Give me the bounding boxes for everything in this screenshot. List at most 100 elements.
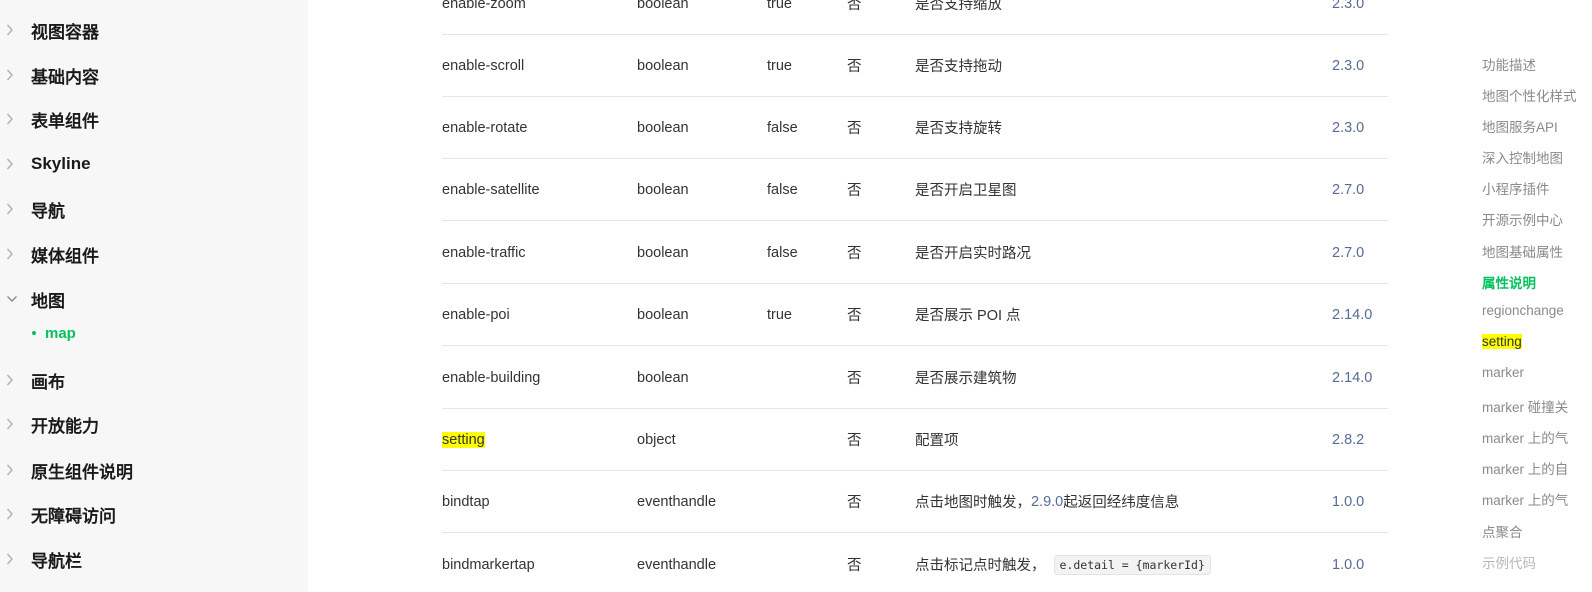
sidebar-item-navigation[interactable]: 导航 — [0, 194, 308, 224]
sidebar-item-view-container[interactable]: 视图容器 — [0, 15, 308, 45]
table-of-contents: 功能描述 地图个性化样式 地图服务API 深入控制地图 小程序插件 开源示例中心… — [1482, 0, 1592, 592]
prop-default: false — [767, 244, 798, 261]
prop-type: boolean — [637, 0, 689, 12]
toc-item-active[interactable]: 属性说明 — [1482, 272, 1536, 292]
table-row: enable-building boolean 否 是否展示建筑物 2.14.0 — [442, 347, 1388, 409]
prop-default: true — [767, 57, 792, 74]
sidebar-item-native-components[interactable]: 原生组件说明 — [0, 455, 308, 485]
prop-version: 2.7.0 — [1332, 244, 1365, 261]
toc-item[interactable]: regionchange — [1482, 303, 1564, 318]
prop-type: object — [637, 431, 676, 448]
table-row: bindtap eventhandle 否 点击地图时触发， 2.9.0 起返回经纬… — [442, 471, 1388, 533]
sidebar-item-open-capabilities[interactable]: 开放能力 — [0, 409, 308, 439]
sidebar-item-form-components[interactable]: 表单组件 — [0, 104, 308, 134]
search-highlight: setting — [1482, 334, 1522, 349]
toc-item[interactable]: 地图个性化样式 — [1482, 85, 1577, 105]
sidebar: 视图容器 基础内容 表单组件 Skyline 导航 媒体组件 地图 map 画布… — [0, 0, 308, 592]
table-row: enable-zoom boolean true 否 是否支持缩放 2.3.0 — [442, 0, 1388, 35]
sidebar-item-label: 地图 — [31, 291, 65, 311]
description-text: 起返回经纬度信息 — [1063, 495, 1180, 511]
search-highlight: setting — [442, 431, 485, 448]
prop-type: boolean — [637, 369, 689, 386]
chevron-right-icon — [6, 247, 18, 261]
prop-required: 否 — [847, 246, 862, 262]
prop-description: 点击地图时触发， 2.9.0 起返回经纬度信息 — [915, 471, 1179, 532]
sidebar-item-label: 画布 — [31, 372, 65, 392]
prop-required: 否 — [847, 558, 862, 574]
prop-required: 否 — [847, 308, 862, 324]
prop-type: boolean — [637, 306, 689, 323]
chevron-right-icon — [6, 552, 18, 566]
toc-item[interactable]: 示例代码 — [1482, 552, 1536, 572]
prop-version: 2.14.0 — [1332, 369, 1373, 386]
chevron-right-icon — [6, 417, 18, 431]
sidebar-item-label: 视图容器 — [31, 22, 99, 42]
prop-name: enable-poi — [442, 306, 510, 323]
chevron-right-icon — [6, 23, 18, 37]
prop-name: setting — [442, 409, 485, 470]
sidebar-item-navigation-bar[interactable]: 导航栏 — [0, 544, 308, 574]
toc-item[interactable]: 地图服务API — [1482, 116, 1558, 136]
chevron-right-icon — [6, 373, 18, 387]
sidebar-item-canvas[interactable]: 画布 — [0, 365, 308, 395]
table-row: enable-traffic boolean false 否 是否开启实时路况 … — [442, 222, 1388, 284]
chevron-right-icon — [6, 112, 18, 126]
prop-description: 配置项 — [915, 433, 959, 449]
prop-name: bindmarkertap — [442, 556, 535, 573]
prop-default: true — [767, 0, 792, 12]
prop-description: 是否开启实时路况 — [915, 246, 1031, 262]
prop-description: 是否展示建筑物 — [915, 371, 1017, 387]
sidebar-item-label: 表单组件 — [31, 111, 99, 131]
prop-name: enable-traffic — [442, 244, 526, 261]
toc-item[interactable]: marker — [1482, 365, 1524, 380]
prop-version: 2.3.0 — [1332, 0, 1365, 12]
toc-item[interactable]: 深入控制地图 — [1482, 147, 1563, 167]
sidebar-item-media-components[interactable]: 媒体组件 — [0, 239, 308, 269]
toc-item[interactable]: 点聚合 — [1482, 521, 1523, 541]
prop-description: 是否开启卫星图 — [915, 183, 1017, 199]
prop-type: boolean — [637, 244, 689, 261]
toc-item[interactable]: marker 碰撞关 — [1482, 396, 1568, 416]
prop-required: 否 — [847, 59, 862, 75]
prop-version: 2.8.2 — [1332, 431, 1365, 448]
toc-item[interactable]: marker 上的自 — [1482, 458, 1568, 478]
sidebar-item-accessibility[interactable]: 无障碍访问 — [0, 499, 308, 529]
prop-version: 1.0.0 — [1332, 493, 1365, 510]
sidebar-subitem-label: map — [45, 324, 76, 342]
prop-default: true — [767, 306, 792, 323]
prop-type: eventhandle — [637, 556, 717, 573]
toc-item[interactable]: 小程序插件 — [1482, 178, 1550, 198]
chevron-right-icon — [6, 507, 18, 521]
description-text: 点击地图时触发， — [915, 495, 1031, 511]
chevron-right-icon — [6, 202, 18, 216]
sidebar-item-map[interactable]: 地图 — [0, 284, 308, 314]
table-row: enable-rotate boolean false 否 是否支持旋转 2.3… — [442, 97, 1388, 159]
table-row: enable-satellite boolean false 否 是否开启卫星图… — [442, 159, 1388, 221]
prop-type: eventhandle — [637, 493, 717, 510]
toc-item[interactable]: marker 上的气 — [1482, 427, 1568, 447]
toc-item[interactable]: marker 上的气 — [1482, 489, 1568, 509]
prop-required: 否 — [847, 0, 862, 13]
version-link[interactable]: 2.9.0 — [1031, 494, 1063, 510]
prop-type: boolean — [637, 119, 689, 136]
toc-item[interactable]: 功能描述 — [1482, 54, 1536, 74]
sidebar-subitem-map[interactable]: map — [32, 322, 76, 344]
prop-description: 是否展示 POI 点 — [915, 308, 1021, 324]
table-row: enable-scroll boolean true 否 是否支持拖动 2.3.… — [442, 35, 1388, 97]
prop-required: 否 — [847, 183, 862, 199]
toc-item[interactable]: 开源示例中心 — [1482, 209, 1563, 229]
prop-version: 1.0.0 — [1332, 556, 1365, 573]
sidebar-item-skyline[interactable]: Skyline — [0, 149, 308, 179]
prop-required: 否 — [847, 371, 862, 387]
sidebar-item-basic-content[interactable]: 基础内容 — [0, 60, 308, 90]
prop-required: 否 — [847, 495, 862, 511]
prop-version: 2.14.0 — [1332, 306, 1373, 323]
prop-description: 是否支持旋转 — [915, 121, 1002, 137]
prop-description: 是否支持缩放 — [915, 0, 1002, 13]
chevron-right-icon — [6, 68, 18, 82]
prop-default: false — [767, 119, 798, 136]
toc-item[interactable]: 地图基础属性 — [1482, 241, 1563, 261]
toc-item-highlighted[interactable]: setting — [1482, 334, 1522, 349]
sidebar-item-label: 媒体组件 — [31, 246, 99, 266]
sidebar-item-label: 基础内容 — [31, 67, 99, 87]
